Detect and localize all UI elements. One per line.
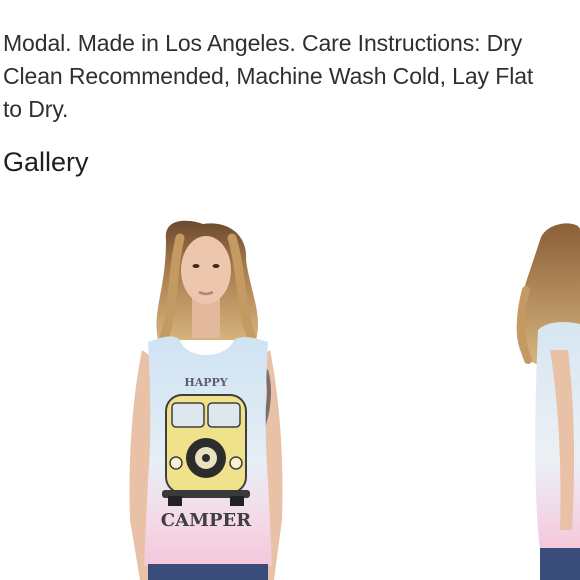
product-page: Modal. Made in Los Angeles. Care Instruc… (0, 0, 580, 580)
gallery-image-front[interactable]: HAPPY CAMPER (108, 200, 308, 580)
model-side-photo (516, 223, 580, 580)
gallery: HAPPY CAMPER (0, 200, 580, 580)
description-line: Clean Recommended, Machine Wash Cold, La… (3, 63, 534, 89)
model-front-photo: HAPPY CAMPER (129, 220, 283, 580)
gallery-heading: Gallery (3, 147, 89, 177)
description-line: Modal. Made in Los Angeles. Care Instruc… (3, 30, 523, 56)
description-line: to Dry. (3, 96, 69, 122)
svg-text:HAPPY: HAPPY (184, 376, 227, 389)
svg-text:CAMPER: CAMPER (161, 510, 252, 531)
product-description: Modal. Made in Los Angeles. Care Instruc… (3, 27, 580, 126)
gallery-image-side[interactable] (500, 200, 580, 580)
